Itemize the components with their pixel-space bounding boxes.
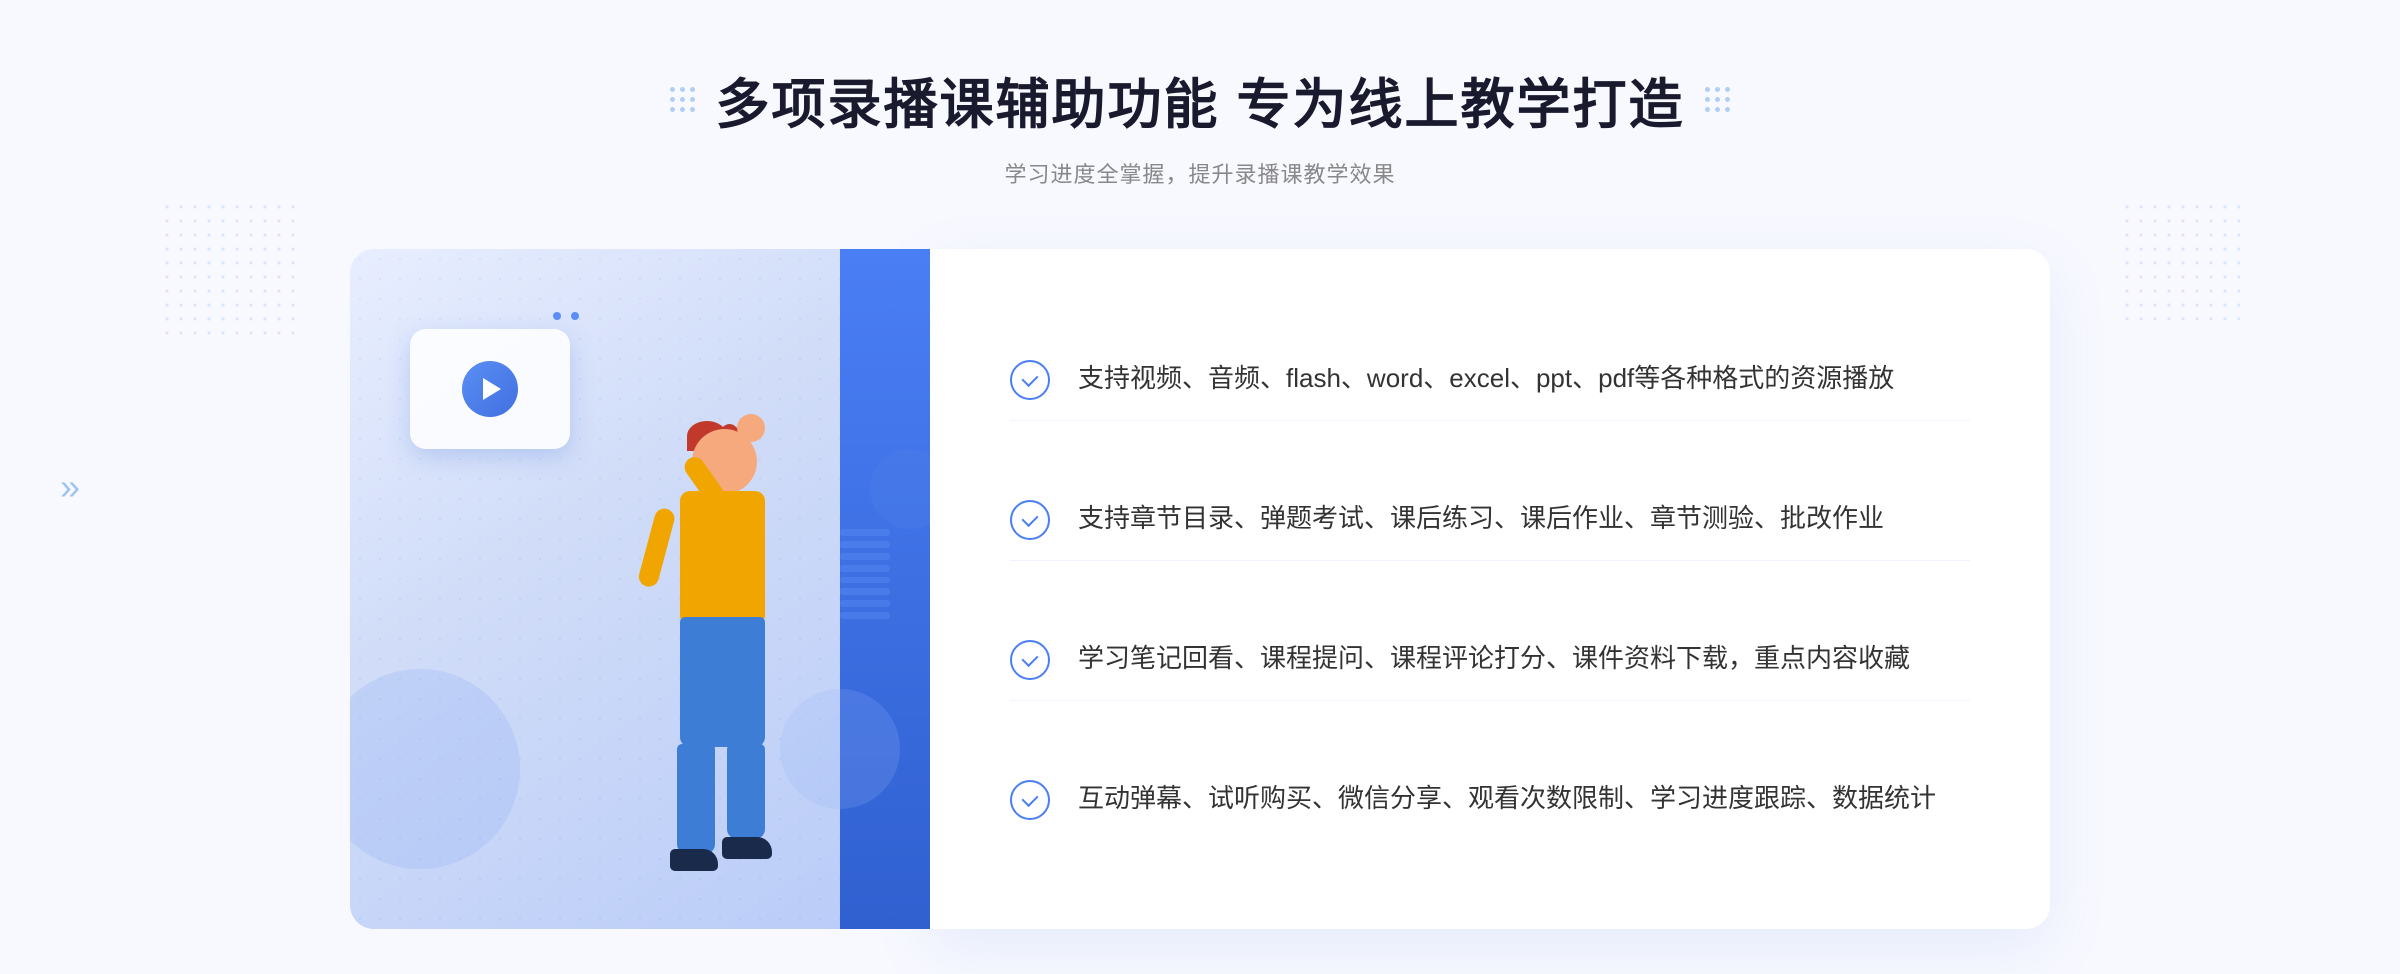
title-dots-left xyxy=(670,87,695,112)
person-hand-right xyxy=(737,414,765,442)
feature-item-4: 互动弹幕、试听购买、微信分享、观看次数限制、学习进度跟踪、数据统计 xyxy=(1010,758,1970,840)
person-shoe-left xyxy=(670,849,718,871)
dots-decoration-left xyxy=(160,200,300,340)
check-icon-3 xyxy=(1010,640,1050,680)
dots-decoration-right xyxy=(2120,200,2240,320)
person-pants xyxy=(680,617,765,747)
features-card: 支持视频、音频、flash、word、excel、ppt、pdf等各种格式的资源… xyxy=(930,249,2050,929)
page-subtitle: 学习进度全掌握，提升录播课教学效果 xyxy=(670,157,1729,189)
person-leg-right xyxy=(727,744,765,839)
play-button xyxy=(462,361,518,417)
check-icon-4 xyxy=(1010,780,1050,820)
chevron-left-icon: » xyxy=(60,466,80,508)
check-icon-2 xyxy=(1010,500,1050,540)
feature-text-4: 互动弹幕、试听购买、微信分享、观看次数限制、学习进度跟踪、数据统计 xyxy=(1078,778,1936,820)
header-section: 多项录播课辅助功能 专为线上教学打造 学习进度全掌握，提升录播课教学效果 xyxy=(670,60,1729,189)
check-icon-1 xyxy=(1010,360,1050,400)
page-container: » 多项录播课辅助功能 专为线上教学打造 学习进度全掌握，提升录播课教学效果 xyxy=(0,0,2400,974)
person-arm-left xyxy=(637,506,677,588)
title-dots-right xyxy=(1705,87,1730,112)
feature-text-3: 学习笔记回看、课程提问、课程评论打分、课件资料下载，重点内容收藏 xyxy=(1078,638,1910,680)
feature-item-2: 支持章节目录、弹题考试、课后练习、课后作业、章节测验、批改作业 xyxy=(1010,478,1970,561)
title-row: 多项录播课辅助功能 专为线上教学打造 xyxy=(670,60,1729,139)
circle-large xyxy=(350,669,520,869)
person-shoe-right xyxy=(722,837,772,859)
stripe-decoration xyxy=(840,529,890,619)
feature-item-3: 学习笔记回看、课程提问、课程评论打分、课件资料下载，重点内容收藏 xyxy=(1010,618,1970,701)
person-torso xyxy=(680,491,765,621)
feature-text-2: 支持章节目录、弹题考试、课后练习、课后作业、章节测验、批改作业 xyxy=(1078,498,1884,540)
content-area: 支持视频、音频、flash、word、excel、ppt、pdf等各种格式的资源… xyxy=(350,249,2050,929)
feature-text-1: 支持视频、音频、flash、word、excel、ppt、pdf等各种格式的资源… xyxy=(1078,358,1894,400)
feature-item-1: 支持视频、音频、flash、word、excel、ppt、pdf等各种格式的资源… xyxy=(1010,338,1970,421)
person-illustration xyxy=(562,429,822,929)
person-leg-left xyxy=(677,744,715,854)
play-triangle-icon xyxy=(483,378,501,400)
video-bubble xyxy=(410,329,570,449)
sparkle-decoration xyxy=(550,309,582,328)
page-title: 多项录播课辅助功能 专为线上教学打造 xyxy=(715,60,1684,139)
illustration-card xyxy=(350,249,930,929)
